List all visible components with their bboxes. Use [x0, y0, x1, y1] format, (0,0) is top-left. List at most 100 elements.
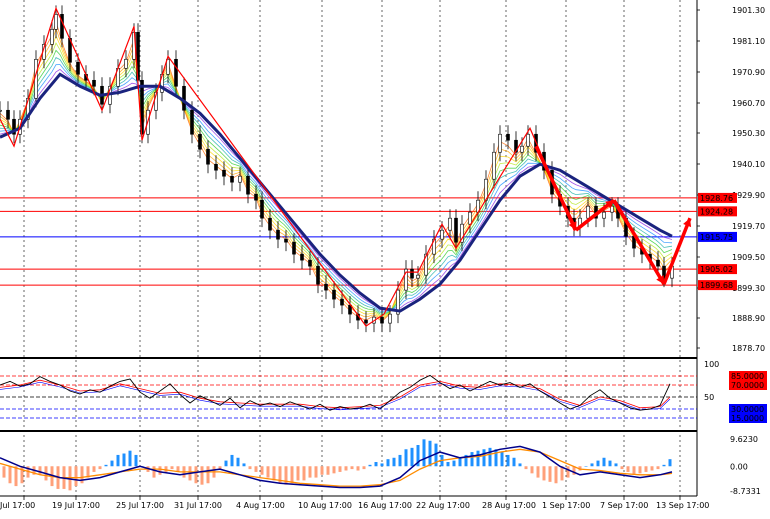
macd-histogram-bar	[308, 466, 312, 478]
macd-histogram-bar	[290, 466, 294, 484]
macd-histogram-bar	[626, 466, 630, 472]
macd-histogram-bar	[386, 459, 390, 467]
candle-body	[276, 229, 280, 240]
macd-histogram-bar	[272, 466, 276, 481]
macd-histogram-bar	[596, 460, 600, 467]
macd-histogram-bar	[128, 450, 132, 467]
candle-body	[324, 283, 328, 291]
macd-histogram-bar	[602, 457, 606, 467]
candle-body	[364, 319, 368, 324]
y-tick-label: 1888.90	[732, 314, 765, 323]
candle-body	[292, 241, 296, 255]
macd-histogram-bar	[230, 454, 234, 467]
macd-histogram-bar	[350, 466, 354, 470]
macd-histogram-bar	[554, 466, 558, 484]
macd-histogram-bar	[338, 466, 342, 472]
macd-histogram-bar	[374, 462, 378, 467]
candle-body	[520, 145, 524, 153]
candle-body	[586, 205, 590, 219]
x-tick-label: 25 Jul 17:00	[116, 501, 164, 510]
macd-histogram-bar	[620, 466, 624, 470]
y-tick-label: 1960.70	[732, 99, 765, 108]
candle-body	[656, 259, 660, 267]
stoch-level-label: 85.0000	[731, 372, 764, 381]
macd-histogram-bar	[404, 449, 408, 467]
macd-histogram-bar	[644, 466, 648, 472]
macd-histogram-bar	[656, 466, 660, 470]
macd-histogram-bar	[650, 466, 654, 471]
macd-tick-label: 9.6230	[730, 435, 758, 444]
x-tick-label: 28 Aug 17:00	[482, 501, 536, 510]
macd-histogram-bar	[326, 466, 330, 475]
macd-histogram-bar	[662, 464, 666, 467]
candle-body	[174, 58, 178, 87]
y-tick-label: 1878.70	[732, 344, 765, 353]
macd-histogram-bar	[356, 466, 360, 471]
y-tick-label: 1919.70	[732, 222, 765, 231]
candle-body	[50, 29, 54, 45]
macd-histogram-bar	[236, 457, 240, 467]
candle-body	[190, 109, 194, 135]
macd-histogram-bar	[470, 452, 474, 467]
candle-body	[454, 217, 458, 243]
candle-body	[238, 175, 242, 183]
macd-histogram-bar	[8, 466, 12, 484]
macd-histogram-bar	[548, 466, 552, 482]
macd-histogram-bar	[170, 466, 174, 470]
stoch-level-label: 50	[704, 393, 714, 402]
x-tick-label: 7 Sep 17:00	[600, 501, 648, 510]
candle-body	[254, 193, 258, 201]
macd-histogram-bar	[122, 453, 126, 467]
candle-body	[388, 313, 392, 324]
macd-histogram-bar	[116, 454, 120, 467]
macd-histogram-bar	[194, 466, 198, 484]
candle-body	[300, 253, 304, 261]
candle-body	[492, 151, 496, 180]
macd-histogram-bar	[344, 466, 348, 471]
macd-histogram-bar	[494, 449, 498, 467]
x-tick-label: 22 Aug 17:00	[416, 501, 470, 510]
x-tick-label: 4 Aug 17:00	[236, 501, 285, 510]
stoch-level-label: 30.0000	[731, 405, 764, 414]
macd-histogram-bar	[446, 462, 450, 467]
candle-body	[206, 148, 210, 165]
macd-tick-label: -8.7331	[730, 487, 761, 496]
macd-histogram-bar	[428, 440, 432, 467]
y-tick-label: 1909.50	[732, 253, 765, 262]
y-tick-label: 1981.10	[732, 37, 765, 46]
stoch-level-label: 70.0000	[731, 381, 764, 390]
macd-histogram-bar	[452, 460, 456, 467]
macd-histogram-bar	[248, 466, 252, 470]
level-label: 1924.28	[700, 207, 733, 216]
candle-body	[198, 133, 202, 150]
macd-histogram-bar	[422, 439, 426, 467]
candle-body	[246, 175, 250, 195]
y-tick-label: 1940.10	[732, 160, 765, 169]
y-tick-label: 1901.30	[732, 6, 765, 15]
macd-histogram-bar	[542, 466, 546, 481]
candle-body	[308, 259, 312, 267]
candle-body	[526, 133, 530, 147]
candle-body	[440, 229, 444, 240]
macd-histogram-bar	[104, 464, 108, 467]
candle-body	[284, 238, 288, 243]
macd-histogram-bar	[266, 466, 270, 478]
macd-histogram-bar	[632, 466, 636, 475]
macd-histogram-bar	[536, 466, 540, 478]
macd-histogram-bar	[314, 466, 318, 478]
macd-histogram-bar	[164, 466, 168, 472]
candle-body	[214, 163, 218, 171]
candle-body	[182, 85, 186, 111]
candle-body	[410, 268, 414, 279]
macd-histogram-bar	[518, 463, 522, 467]
macd-histogram-bar	[482, 449, 486, 467]
candle-body	[332, 289, 336, 300]
macd-histogram-bar	[14, 466, 18, 487]
candle-body	[448, 217, 452, 231]
candle-body	[124, 58, 128, 69]
macd-histogram-bar	[134, 454, 138, 467]
macd-histogram-bar	[608, 460, 612, 467]
macd-histogram-bar	[590, 463, 594, 467]
macd-histogram-bar	[332, 466, 336, 474]
level-label: 1928.76	[700, 194, 733, 203]
